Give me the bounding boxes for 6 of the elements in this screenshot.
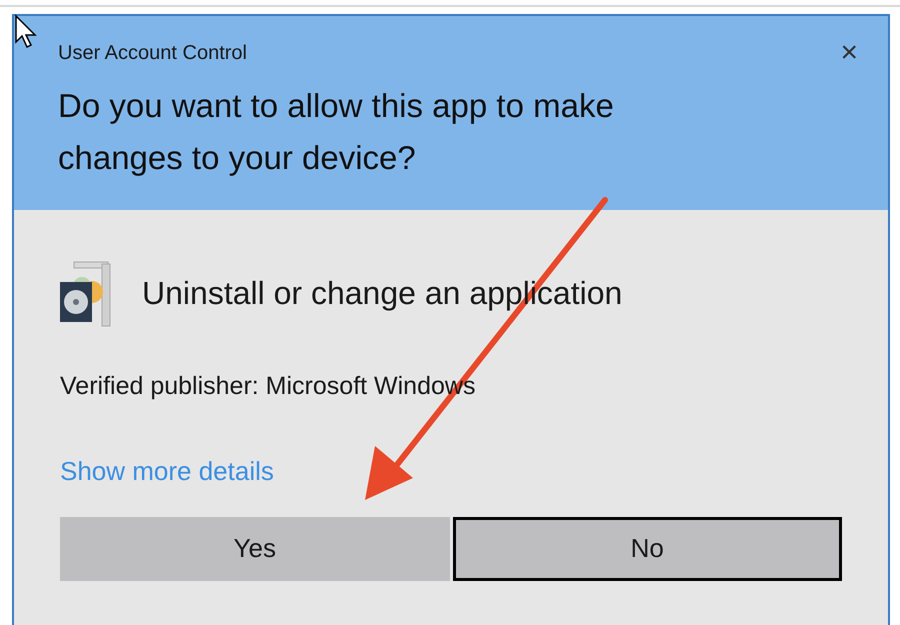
close-button[interactable]: × — [840, 38, 858, 68]
cursor-icon — [14, 14, 40, 50]
dialog-button[interactable]: Yes — [60, 516, 450, 580]
dialog-button[interactable]: No — [452, 516, 842, 580]
dialog-heading: Do you want to allow this app to make changes to your device? — [58, 86, 615, 178]
window-title: User Account Control — [58, 41, 247, 66]
